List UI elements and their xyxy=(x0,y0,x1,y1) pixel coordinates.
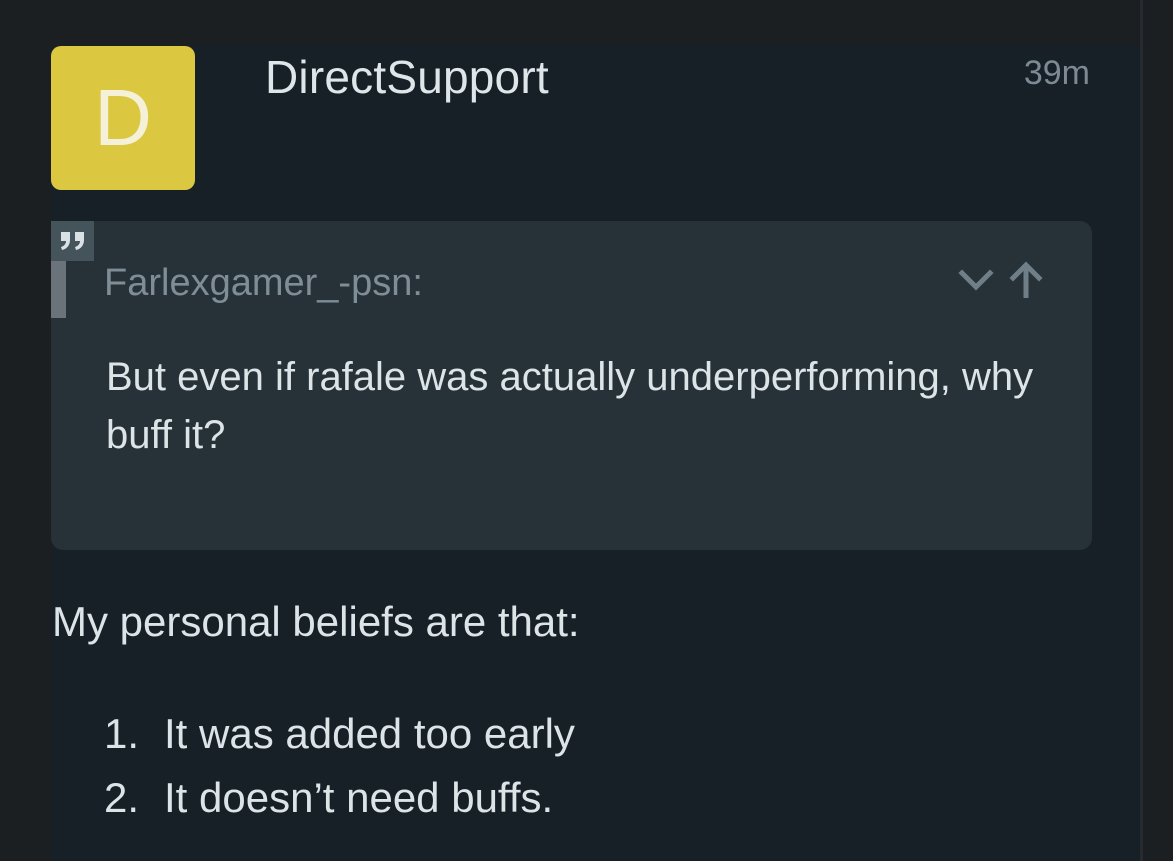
post-timestamp[interactable]: 39m xyxy=(1024,54,1090,93)
quote-icon xyxy=(51,221,94,261)
arrow-up-icon[interactable] xyxy=(1005,259,1047,301)
screen: D DirectSupport 39m Farlexgamer_-psn: Bu… xyxy=(0,0,1173,861)
quote-bar xyxy=(51,261,66,318)
post-body-intro: My personal beliefs are that: xyxy=(52,598,580,645)
list-item-text: It was added too early xyxy=(164,710,575,757)
list-item-number: 1. xyxy=(104,710,140,757)
belief-list: 1. It was added too early 2. It doesn’t … xyxy=(104,702,575,830)
list-item: 2. It doesn’t need buffs. xyxy=(104,766,575,830)
quote-controls xyxy=(955,258,1047,302)
post-username[interactable]: DirectSupport xyxy=(265,50,549,104)
list-item-text: It doesn’t need buffs. xyxy=(164,774,554,821)
scroll-rail[interactable] xyxy=(1140,0,1143,861)
avatar-letter: D xyxy=(94,73,152,162)
list-item: 1. It was added too early xyxy=(104,702,575,766)
chevron-down-icon[interactable] xyxy=(955,259,997,301)
quote-text: But even if rafale was actually underper… xyxy=(106,355,1034,457)
quote-author[interactable]: Farlexgamer_-psn: xyxy=(104,262,423,305)
avatar[interactable]: D xyxy=(51,46,195,190)
list-item-number: 2. xyxy=(104,774,140,821)
